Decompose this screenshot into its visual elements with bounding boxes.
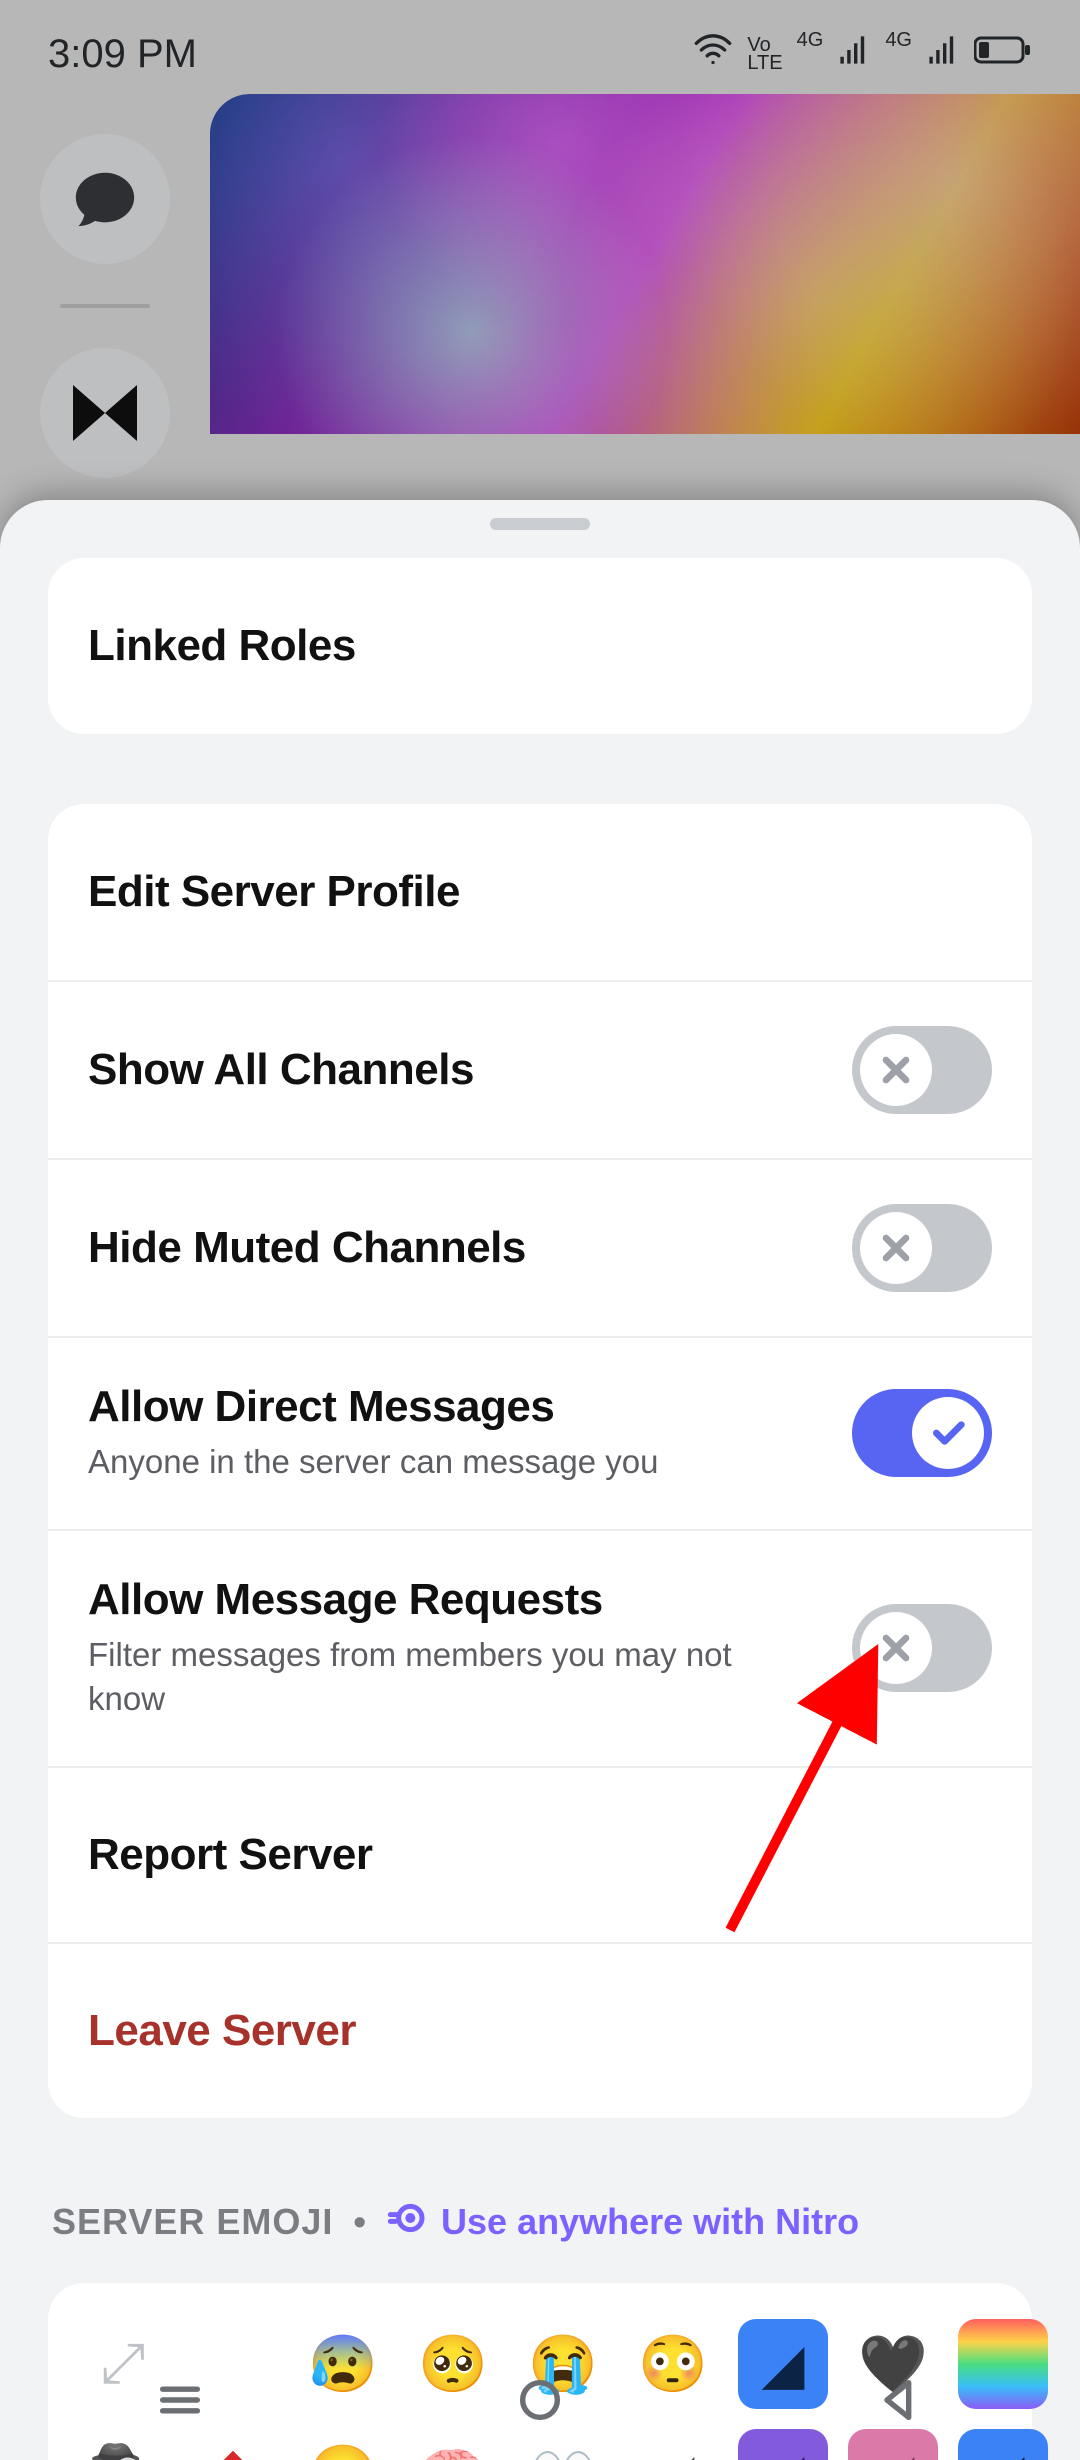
leave-server-label: Leave Server bbox=[88, 2006, 356, 2056]
edit-server-profile-label: Edit Server Profile bbox=[88, 867, 460, 917]
leave-server-row[interactable]: Leave Server bbox=[48, 1942, 1032, 2118]
edit-server-profile-row[interactable]: Edit Server Profile bbox=[48, 804, 1032, 980]
status-bar: 3:09 PM Vo LTE 4G 4G bbox=[0, 0, 1080, 94]
status-time: 3:09 PM bbox=[48, 32, 197, 77]
nitro-icon bbox=[387, 2198, 427, 2247]
dm-button[interactable] bbox=[40, 134, 170, 264]
nav-recent-button[interactable] bbox=[50, 2360, 310, 2440]
show-all-channels-toggle[interactable] bbox=[852, 1026, 992, 1114]
linked-roles-label: Linked Roles bbox=[88, 621, 356, 671]
report-server-label: Report Server bbox=[88, 1830, 373, 1880]
show-all-channels-label: Show All Channels bbox=[88, 1045, 474, 1095]
show-all-channels-row: Show All Channels bbox=[48, 980, 1032, 1158]
server-emoji-header: SERVER EMOJI • Use anywhere with Nitro bbox=[48, 2188, 1032, 2283]
nitro-promo[interactable]: Use anywhere with Nitro bbox=[387, 2198, 859, 2247]
group-server-options: Edit Server Profile Show All Channels Hi… bbox=[48, 804, 1032, 2118]
wifi-icon bbox=[693, 30, 733, 78]
nav-home-button[interactable] bbox=[410, 2360, 670, 2440]
hide-muted-channels-label: Hide Muted Channels bbox=[88, 1223, 526, 1273]
allow-dm-label: Allow Direct Messages bbox=[88, 1382, 659, 1432]
volte-label: Vo LTE bbox=[747, 36, 782, 72]
server-rail bbox=[0, 94, 210, 478]
allow-req-sublabel: Filter messages from members you may not… bbox=[88, 1633, 808, 1722]
allow-req-toggle[interactable] bbox=[852, 1604, 992, 1692]
sheet-grabber[interactable] bbox=[490, 518, 590, 530]
hide-muted-channels-row: Hide Muted Channels bbox=[48, 1158, 1032, 1336]
nav-back-button[interactable] bbox=[770, 2360, 1030, 2440]
hide-muted-channels-toggle[interactable] bbox=[852, 1204, 992, 1292]
x-icon bbox=[860, 1034, 932, 1106]
group-linked-roles: Linked Roles bbox=[48, 558, 1032, 734]
server-settings-sheet: Linked Roles Edit Server Profile Show Al… bbox=[0, 500, 1080, 2460]
allow-direct-messages-row: Allow Direct Messages Anyone in the serv… bbox=[48, 1336, 1032, 1529]
server-avatar[interactable] bbox=[40, 348, 170, 478]
status-indicators: Vo LTE 4G 4G bbox=[693, 30, 1032, 78]
check-icon bbox=[912, 1397, 984, 1469]
x-icon bbox=[860, 1612, 932, 1684]
allow-dm-toggle[interactable] bbox=[852, 1389, 992, 1477]
server-banner bbox=[210, 94, 1080, 434]
android-nav-bar bbox=[0, 2340, 1080, 2460]
signal2-icon bbox=[926, 33, 960, 75]
net1-label: 4G bbox=[797, 30, 824, 50]
linked-roles-row[interactable]: Linked Roles bbox=[48, 558, 1032, 734]
rail-divider bbox=[60, 304, 150, 308]
battery-icon bbox=[974, 35, 1032, 73]
report-server-row[interactable]: Report Server bbox=[48, 1766, 1032, 1942]
net2-label: 4G bbox=[885, 30, 912, 50]
separator-dot: • bbox=[353, 2201, 367, 2243]
server-emoji-label: SERVER EMOJI bbox=[52, 2201, 333, 2243]
signal1-icon bbox=[837, 33, 871, 75]
nitro-label: Use anywhere with Nitro bbox=[441, 2201, 859, 2243]
allow-dm-sublabel: Anyone in the server can message you bbox=[88, 1440, 659, 1485]
allow-req-label: Allow Message Requests bbox=[88, 1575, 808, 1625]
allow-message-requests-row: Allow Message Requests Filter messages f… bbox=[48, 1529, 1032, 1766]
x-icon bbox=[860, 1212, 932, 1284]
